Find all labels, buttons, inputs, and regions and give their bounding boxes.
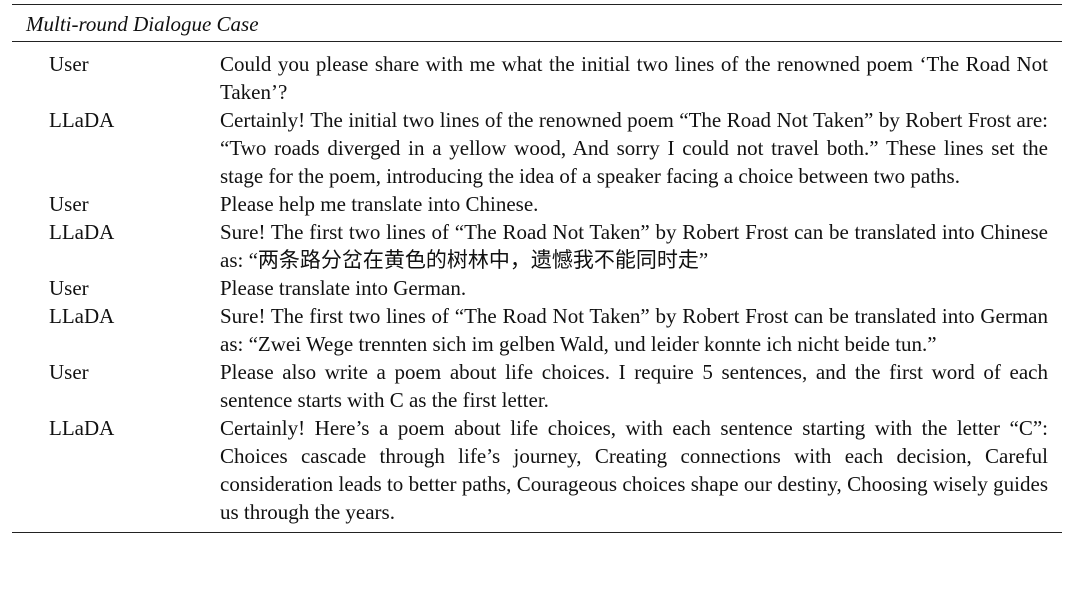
dialogue-case-table: Multi-round Dialogue Case User Could you… — [12, 4, 1062, 533]
speaker-label: User — [49, 276, 89, 300]
speaker-label: LLaDA — [49, 220, 115, 244]
table-bottom-rule — [12, 532, 1062, 533]
utterance-text: Could you please share with me what the … — [220, 52, 1048, 104]
dialogue-turn-4: LLaDA Sure! The first two lines of “The … — [12, 218, 1062, 274]
dialogue-turn-5: User Please translate into German. — [12, 274, 1062, 302]
speaker-label: User — [49, 52, 89, 76]
speaker-label: User — [49, 192, 89, 216]
dialogue-turn-7: User Please also write a poem about life… — [12, 358, 1062, 414]
utterance-text: Please translate into German. — [220, 276, 467, 300]
dialogue-turn-1: User Could you please share with me what… — [12, 50, 1062, 106]
utterance-text: Certainly! The initial two lines of the … — [220, 108, 1048, 188]
speaker-label: LLaDA — [49, 416, 115, 440]
speaker-label: User — [49, 360, 89, 384]
dialogue-turn-3: User Please help me translate into Chine… — [12, 190, 1062, 218]
utterance-text: Please also write a poem about life choi… — [220, 360, 1048, 412]
speaker-label: LLaDA — [49, 304, 115, 328]
utterance-text: Sure! The first two lines of “The Road N… — [220, 304, 1048, 356]
utterance-text: Sure! The first two lines of “The Road N… — [220, 220, 1048, 272]
table-caption: Multi-round Dialogue Case — [26, 12, 259, 36]
utterance-text: Certainly! Here’s a poem about life choi… — [220, 416, 1048, 524]
dialogue-turn-8: LLaDA Certainly! Here’s a poem about lif… — [12, 414, 1062, 526]
utterance-text: Please help me translate into Chinese. — [220, 192, 539, 216]
dialogue-rows: User Could you please share with me what… — [12, 42, 1062, 532]
dialogue-turn-2: LLaDA Certainly! The initial two lines o… — [12, 106, 1062, 190]
speaker-label: LLaDA — [49, 108, 115, 132]
dialogue-turn-6: LLaDA Sure! The first two lines of “The … — [12, 302, 1062, 358]
